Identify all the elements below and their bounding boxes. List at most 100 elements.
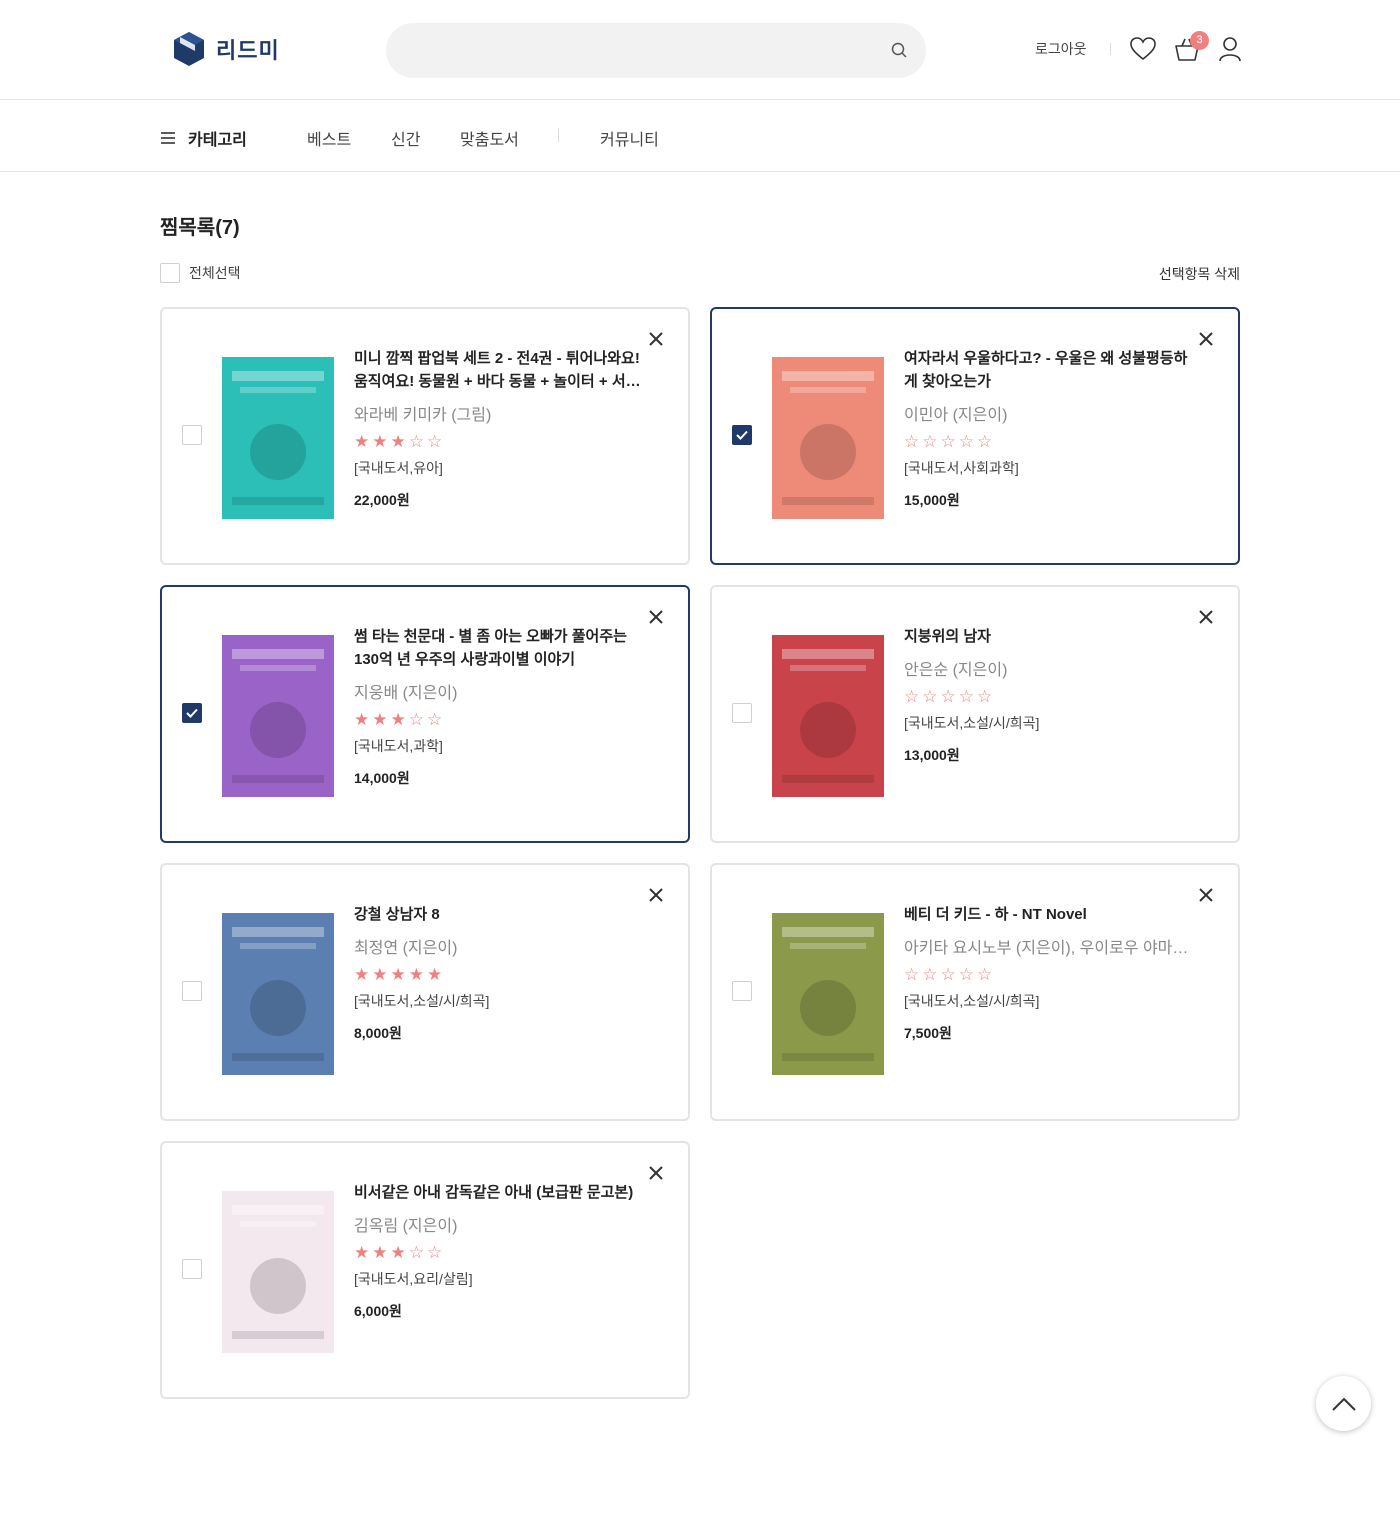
nav-divider (558, 128, 559, 142)
book-cover-art (782, 649, 874, 783)
nav-item-community[interactable]: 커뮤니티 (600, 126, 659, 150)
book-category: [국내도서,사회과학] (904, 460, 1019, 476)
rating-stars: ★ ★ ★ ☆ ☆ (354, 432, 644, 452)
star-filled-icon: ★ (354, 1243, 370, 1262)
book-cover-art (782, 371, 874, 505)
star-filled-icon: ★ (390, 432, 406, 451)
logout-link[interactable]: 로그아웃 (1035, 39, 1087, 59)
rating-stars: ☆ ☆ ☆ ☆ ☆ (904, 432, 1194, 452)
close-icon[interactable] (648, 331, 664, 347)
star-filled-icon: ★ (372, 965, 388, 984)
star-filled-icon: ★ (372, 710, 388, 729)
nav-item-new[interactable]: 신간 (391, 126, 420, 150)
wishlist-item-card[interactable]: 비서같은 아내 감독같은 아내 (보급판 문고본) 김옥림 (지은이) ★ ★ ★ ☆ ☆[… (160, 1141, 690, 1399)
cart-count-badge: 3 (1190, 31, 1209, 50)
wishlist-item-card[interactable]: 베티 더 키드 - 하 - NT Novel 아키타 요시노부 (지은이), 우이… (710, 863, 1240, 1121)
book-title[interactable]: 미니 깜찍 팝업북 세트 2 - 전4권 - 튀어나와요! 움직여요! 동물원 … (354, 347, 644, 393)
book-title[interactable]: 여자라서 우울하다고? - 우울은 왜 성불평등하게 찾아오는가 (904, 347, 1194, 393)
item-checkbox[interactable] (182, 425, 202, 445)
star-filled-icon: ★ (354, 710, 370, 729)
item-checkbox[interactable] (732, 981, 752, 1001)
hamburger-icon[interactable] (160, 131, 176, 145)
book-cover-image[interactable] (772, 357, 884, 519)
select-all-label: 전체선택 (189, 265, 241, 281)
book-cover-image[interactable] (222, 1191, 334, 1353)
chevron-up-icon (1331, 1397, 1356, 1411)
item-checkbox[interactable] (182, 1259, 202, 1279)
item-checkbox[interactable] (732, 703, 752, 723)
rating-stars: ☆ ☆ ☆ ☆ ☆ (904, 965, 1194, 985)
scroll-to-top-button[interactable] (1316, 1376, 1371, 1431)
category-menu[interactable]: 카테고리 (160, 126, 247, 150)
book-title[interactable]: 썸 타는 천문대 - 별 좀 아는 오빠가 풀어주는 130억 년 우주의 사랑… (354, 625, 644, 671)
star-filled-icon: ★ (372, 1243, 388, 1262)
star-empty-icon: ☆ (904, 965, 920, 984)
rating-stars: ★ ★ ★ ☆ ☆ (354, 710, 644, 730)
close-icon[interactable] (648, 1165, 664, 1181)
wishlist-item-card[interactable]: 강철 상남자 8 최정연 (지은이) ★ ★ ★ ★ ★ [국내도서,소설/시/희곡] 8,00… (160, 863, 690, 1121)
star-empty-icon: ☆ (408, 432, 424, 451)
wishlist-item-card[interactable]: 썸 타는 천문대 - 별 좀 아는 오빠가 풀어주는 130억 년 우주의 사랑… (160, 585, 690, 843)
book-cover-art (232, 649, 324, 783)
site-header: 리드미 로그아웃 3 (0, 0, 1400, 100)
close-icon[interactable] (1198, 609, 1214, 625)
star-filled-icon: ★ (390, 965, 406, 984)
book-price: 6,000원 (354, 1303, 402, 1319)
book-category: [국내도서,요리/살림] (354, 1271, 473, 1287)
delete-selected-button[interactable]: 선택항목 삭제 (1159, 264, 1240, 284)
close-icon[interactable] (648, 609, 664, 625)
book-price: 7,500원 (904, 1025, 952, 1041)
book-info: 여자라서 우울하다고? - 우울은 왜 성불평등하게 찾아오는가 이민아 (지은이… (904, 347, 1194, 510)
rating-stars: ★ ★ ★ ☆ ☆ (354, 1243, 644, 1263)
book-cover-art (232, 371, 324, 505)
book-cover-art (782, 927, 874, 1061)
book-title[interactable]: 강철 상남자 8 (354, 903, 644, 926)
star-empty-icon: ☆ (427, 1243, 443, 1262)
book-price: 13,000원 (904, 747, 960, 763)
wishlist-item-card[interactable]: 여자라서 우울하다고? - 우울은 왜 성불평등하게 찾아오는가 이민아 (지은이… (710, 307, 1240, 565)
nav-item-recommended[interactable]: 맞춤도서 (460, 126, 519, 150)
logo[interactable]: 리드미 (172, 30, 280, 68)
wishlist-item-card[interactable]: 미니 깜찍 팝업북 세트 2 - 전4권 - 튀어나와요! 움직여요! 동물원 … (160, 307, 690, 565)
star-empty-icon: ☆ (922, 965, 938, 984)
book-title[interactable]: 지붕위의 남자 (904, 625, 1194, 648)
search-icon[interactable] (891, 42, 908, 59)
star-empty-icon: ☆ (940, 687, 956, 706)
book-cover-art (232, 927, 324, 1061)
item-checkbox[interactable] (732, 425, 752, 445)
logo-box-icon (174, 32, 204, 66)
book-info: 썸 타는 천문대 - 별 좀 아는 오빠가 풀어주는 130억 년 우주의 사랑… (354, 625, 644, 788)
star-empty-icon: ☆ (940, 432, 956, 451)
close-icon[interactable] (648, 887, 664, 903)
header-divider (1110, 43, 1111, 55)
book-title[interactable]: 비서같은 아내 감독같은 아내 (보급판 문고본) (354, 1181, 644, 1204)
star-empty-icon: ☆ (427, 710, 443, 729)
book-price: 14,000원 (354, 770, 410, 786)
close-icon[interactable] (1198, 887, 1214, 903)
wishlist-item-card[interactable]: 지붕위의 남자 안은순 (지은이) ☆ ☆ ☆ ☆ ☆ [국내도서,소설/시/희곡] 13,00… (710, 585, 1240, 843)
heart-icon[interactable] (1130, 36, 1156, 62)
book-info: 미니 깜찍 팝업북 세트 2 - 전4권 - 튀어나와요! 움직여요! 동물원 … (354, 347, 644, 510)
item-checkbox[interactable] (182, 703, 202, 723)
book-cover-image[interactable] (222, 913, 334, 1075)
book-author: 아키타 요시노부 (지은이), 우이로우 야마다 (그림) (904, 940, 1194, 957)
book-cover-image[interactable] (772, 913, 884, 1075)
star-empty-icon: ☆ (958, 687, 974, 706)
check-icon (186, 708, 198, 718)
book-cover-image[interactable] (772, 635, 884, 797)
select-all[interactable]: 전체선택 (160, 263, 241, 283)
user-icon[interactable] (1218, 36, 1242, 62)
book-title[interactable]: 베티 더 키드 - 하 - NT Novel (904, 903, 1194, 926)
book-cover-image[interactable] (222, 635, 334, 797)
book-info: 지붕위의 남자 안은순 (지은이) ☆ ☆ ☆ ☆ ☆ [국내도서,소설/시/희곡] 13,00… (904, 625, 1194, 765)
rating-stars: ★ ★ ★ ★ ★ (354, 965, 644, 985)
close-icon[interactable] (1198, 331, 1214, 347)
search-input[interactable] (386, 23, 926, 78)
book-cover-image[interactable] (222, 357, 334, 519)
item-checkbox[interactable] (182, 981, 202, 1001)
star-empty-icon: ☆ (977, 965, 993, 984)
book-category: [국내도서,유아] (354, 460, 443, 476)
select-all-checkbox[interactable] (160, 263, 180, 283)
book-author: 안은순 (지은이) (904, 662, 1008, 679)
nav-item-best[interactable]: 베스트 (307, 126, 351, 150)
